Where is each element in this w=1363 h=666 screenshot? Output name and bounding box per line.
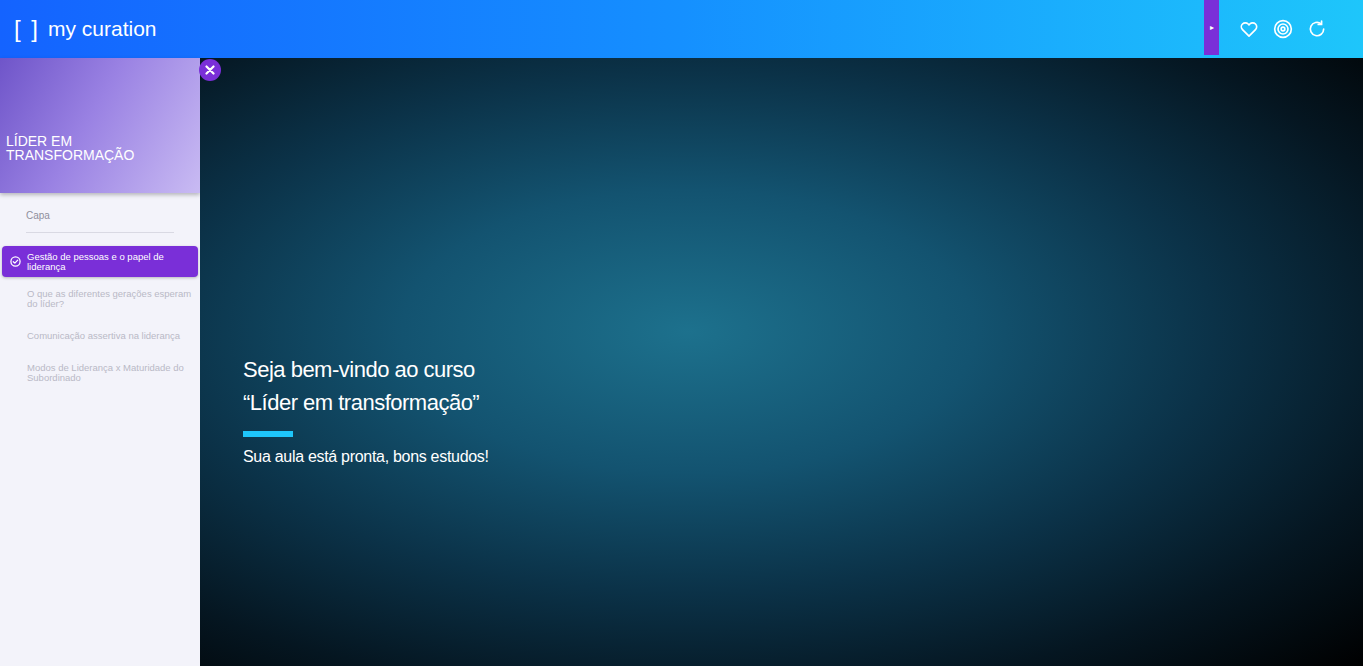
close-icon[interactable] bbox=[205, 65, 215, 75]
accent-bar bbox=[243, 431, 293, 437]
sidebar-item[interactable]: O que as diferentes gerações esperam do … bbox=[2, 283, 198, 314]
slide-title-line: Seja bem-vindo ao curso bbox=[243, 353, 1363, 386]
course-cover: LÍDER EM TRANSFORMAÇÃO bbox=[0, 58, 200, 193]
heart-icon[interactable] bbox=[1239, 19, 1259, 39]
logo[interactable]: [ ] my curation bbox=[0, 14, 157, 44]
sidebar: LÍDER EM TRANSFORMAÇÃO Capa Gestão de pes… bbox=[0, 58, 200, 666]
close-button[interactable] bbox=[199, 59, 221, 81]
sidebar-item[interactable]: Capa bbox=[26, 210, 174, 233]
check-icon bbox=[9, 255, 22, 268]
top-bar: [ ] my curation ▸ bbox=[0, 0, 1363, 58]
sidebar-item[interactable]: Gestão de pessoas e o papel de liderança bbox=[2, 246, 198, 277]
sidebar-item[interactable]: Comunicação assertiva na liderança bbox=[2, 320, 198, 351]
slide: Seja bem-vindo ao curso“Líder em transfo… bbox=[200, 58, 1363, 666]
slide-title-line: “Líder em transformação” bbox=[243, 386, 1363, 419]
slide-subtitle: Sua aula está pronta, bons estudos! bbox=[243, 447, 1363, 467]
course-title: LÍDER EM TRANSFORMAÇÃO bbox=[6, 134, 156, 162]
target-icon[interactable] bbox=[1273, 19, 1293, 39]
panel-toggle[interactable]: ▸ bbox=[1204, 0, 1219, 55]
refresh-icon[interactable] bbox=[1307, 19, 1327, 39]
sidebar-item[interactable]: Modos de Liderança x Maturidade do Subor… bbox=[2, 357, 198, 388]
